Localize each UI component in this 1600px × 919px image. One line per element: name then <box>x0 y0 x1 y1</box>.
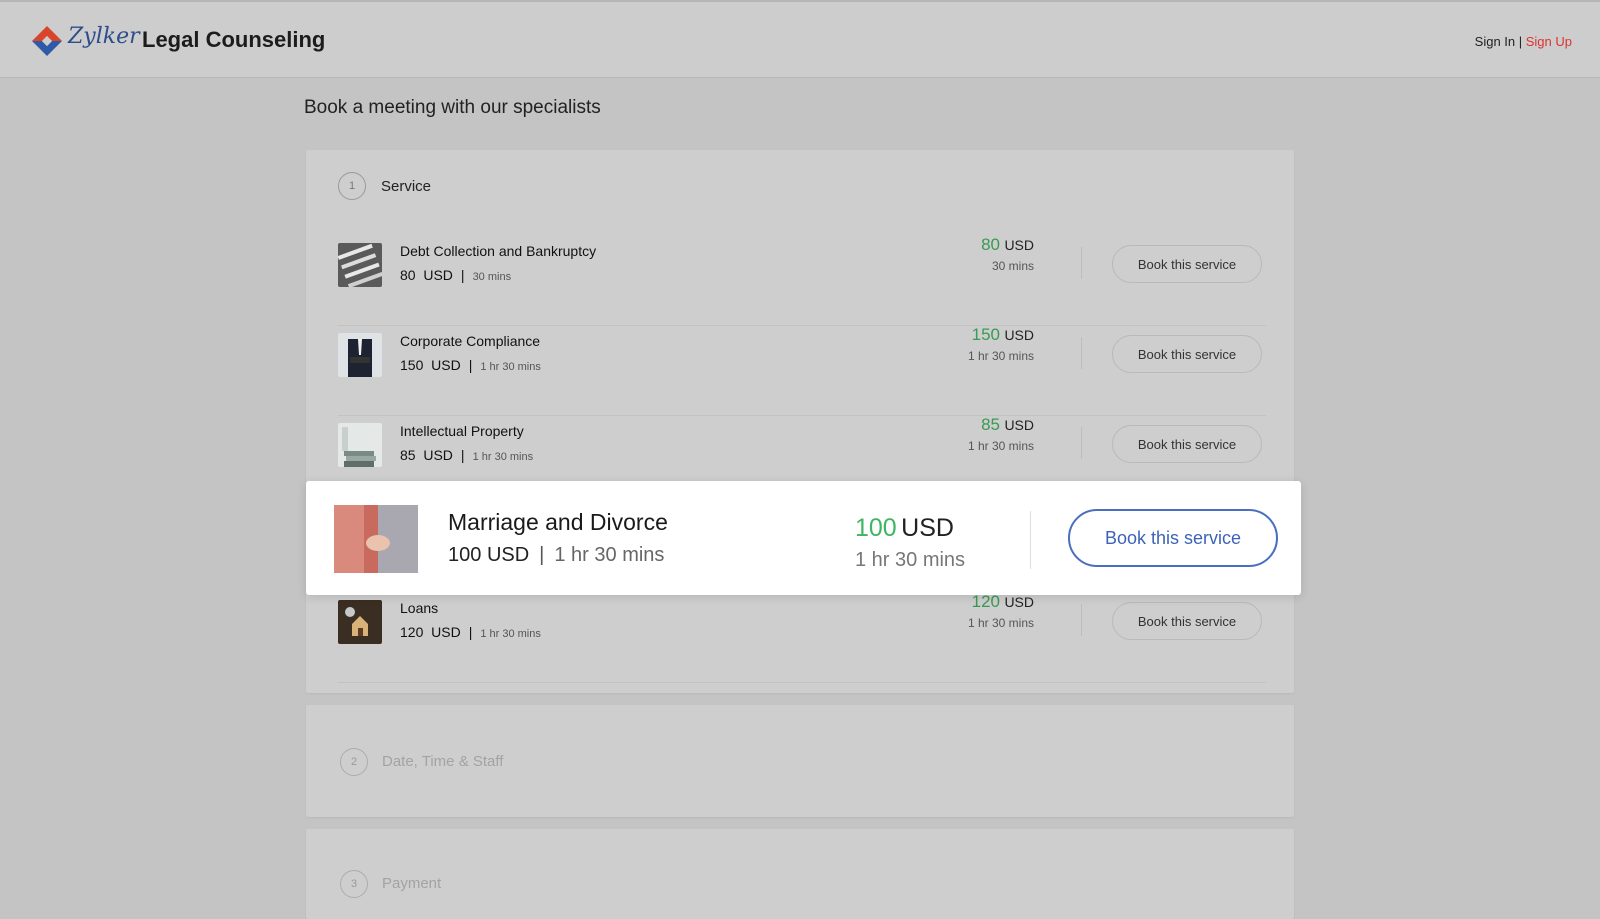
service-meta-duration: 30 mins <box>472 271 512 283</box>
service-thumbnail-icon <box>338 333 382 377</box>
service-thumbnail-icon <box>338 243 382 287</box>
service-meta-currency: USD <box>423 267 453 283</box>
service-meta-duration: 1 hr 30 mins <box>480 628 541 640</box>
price-currency: USD <box>1004 237 1034 253</box>
service-meta-price: 80 <box>400 267 416 283</box>
top-bar: Zylker Legal Counseling Sign In | Sign U… <box>0 0 1600 78</box>
service-row: Loans 120 USD | 1 hr 30 mins 120 USD 1 hr … <box>338 592 1266 683</box>
sign-up-link[interactable]: Sign Up <box>1526 34 1572 49</box>
zylker-logo-icon[interactable] <box>30 24 64 58</box>
price-amount: 85 <box>981 415 1000 434</box>
service-meta: 100 USD | 1 hr 30 mins <box>448 544 664 567</box>
service-row: Corporate Compliance 150 USD | 1 hr 30 min… <box>338 325 1266 416</box>
service-row-highlighted[interactable]: Marriage and Divorce 100 USD | 1 hr 30 min… <box>306 481 1301 595</box>
logo-text[interactable]: Zylker <box>68 24 140 49</box>
service-meta: 120 USD | 1 hr 30 mins <box>400 624 541 640</box>
meta-separator: | <box>539 544 545 566</box>
service-name: Loans <box>400 600 439 616</box>
page-heading: Book a meeting with our specialists <box>304 97 601 118</box>
service-thumbnail-icon <box>338 600 382 644</box>
price-duration: 1 hr 30 mins <box>855 549 966 571</box>
service-name: Intellectual Property <box>400 423 524 439</box>
price-amount: 100 <box>855 514 897 542</box>
service-price: 150 USD 1 hr 30 mins <box>968 325 1034 363</box>
price-duration: 30 mins <box>991 259 1034 273</box>
book-service-button[interactable]: Book this service <box>1112 245 1262 283</box>
price-currency: USD <box>1004 417 1034 433</box>
auth-separator: | <box>1515 34 1526 49</box>
service-name: Marriage and Divorce <box>448 509 668 535</box>
step-label-service: Service <box>381 178 432 195</box>
service-thumbnail-icon <box>334 505 418 573</box>
service-meta-price: 150 <box>400 357 424 373</box>
price-amount: 150 <box>971 325 1000 344</box>
step-number-3: 3 <box>340 870 368 898</box>
price-amount: 80 <box>981 235 1000 254</box>
date-time-staff-step-card[interactable]: 2 Date, Time & Staff <box>306 705 1294 817</box>
service-meta: 85 USD | 1 hr 30 mins <box>400 447 533 463</box>
service-meta-currency: USD <box>486 544 530 566</box>
step-label-payment: Payment <box>382 875 442 892</box>
book-service-button[interactable]: Book this service <box>1112 602 1262 640</box>
service-meta-price: 100 <box>448 544 482 566</box>
service-thumbnail-icon <box>338 423 382 467</box>
service-meta: 80 USD | 30 mins <box>400 267 511 283</box>
price-duration: 1 hr 30 mins <box>967 349 1034 363</box>
sign-in-link[interactable]: Sign In <box>1475 34 1515 49</box>
service-meta-price: 120 <box>400 624 424 640</box>
step-number-2: 2 <box>340 748 368 776</box>
step-label-date-time-staff: Date, Time & Staff <box>382 753 504 770</box>
service-row: Debt Collection and Bankruptcy 80 USD | 30… <box>338 235 1266 326</box>
service-meta-currency: USD <box>431 624 461 640</box>
service-meta: 150 USD | 1 hr 30 mins <box>400 357 541 373</box>
service-meta-duration: 1 hr 30 mins <box>554 544 665 566</box>
divider <box>1081 604 1082 636</box>
service-meta-duration: 1 hr 30 mins <box>480 361 541 373</box>
service-meta-currency: USD <box>423 447 453 463</box>
meta-separator: | <box>460 447 465 463</box>
service-price: 80 USD 30 mins <box>981 235 1034 273</box>
service-step-card: 1 Service Debt Collection and Bankruptcy… <box>306 150 1294 693</box>
price-duration: 1 hr 30 mins <box>967 616 1034 630</box>
service-name: Debt Collection and Bankruptcy <box>400 243 597 259</box>
book-service-button[interactable]: Book this service <box>1112 335 1262 373</box>
service-meta-duration: 1 hr 30 mins <box>472 451 534 463</box>
divider <box>1030 511 1031 569</box>
meta-separator: | <box>468 357 473 373</box>
meta-separator: | <box>460 267 465 283</box>
service-meta-price: 85 <box>400 447 416 463</box>
meta-separator: | <box>468 624 473 640</box>
service-price: 100 USD 1 hr 30 mins <box>855 514 965 572</box>
auth-links: Sign In | Sign Up <box>1475 34 1572 49</box>
service-price: 120 USD 1 hr 30 mins <box>968 592 1034 630</box>
book-service-button[interactable]: Book this service <box>1112 425 1262 463</box>
price-currency: USD <box>901 514 954 542</box>
book-service-button[interactable]: Book this service <box>1068 509 1278 567</box>
service-price: 85 USD 1 hr 30 mins <box>968 415 1034 453</box>
payment-step-card[interactable]: 3 Payment <box>306 829 1294 919</box>
service-name: Corporate Compliance <box>400 333 541 349</box>
divider <box>1081 247 1082 279</box>
price-currency: USD <box>1004 327 1034 343</box>
price-duration: 1 hr 30 mins <box>967 439 1034 453</box>
service-meta-currency: USD <box>431 357 461 373</box>
price-currency: USD <box>1004 594 1034 610</box>
divider <box>1081 427 1082 459</box>
site-title: Legal Counseling <box>142 27 326 52</box>
divider <box>1081 337 1082 369</box>
step-number-1: 1 <box>338 172 366 200</box>
